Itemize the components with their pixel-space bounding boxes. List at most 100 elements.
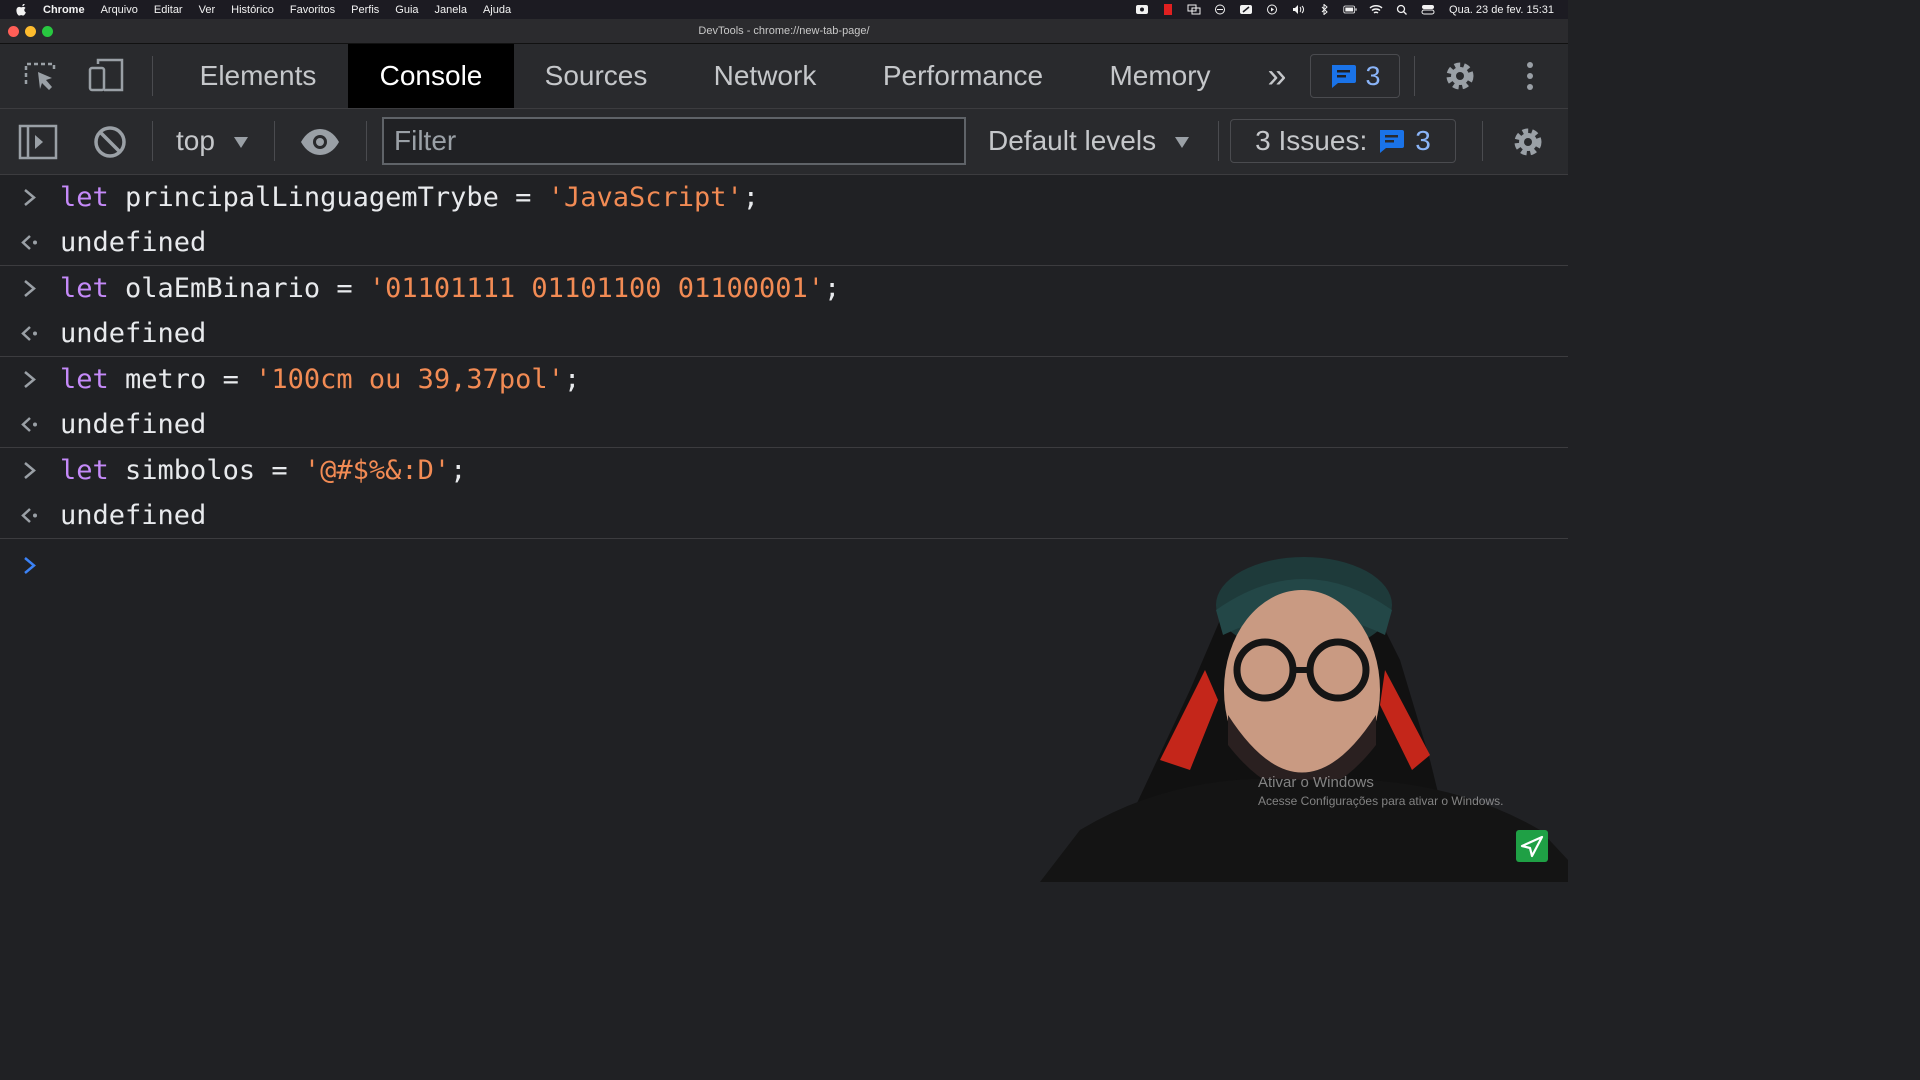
menu-item-guia[interactable]: Guia xyxy=(395,4,418,16)
apple-icon[interactable] xyxy=(16,3,28,16)
console-entry: let olaEmBinario = '01101111 01101100 01… xyxy=(0,266,1568,357)
console-entry: let principalLinguagemTrybe = 'JavaScrip… xyxy=(0,175,1568,266)
camera-icon[interactable] xyxy=(1135,4,1149,15)
console-output[interactable]: let principalLinguagemTrybe = 'JavaScrip… xyxy=(0,175,1568,589)
return-arrow-icon xyxy=(21,417,37,432)
string-literal: '100cm ou 39,37pol' xyxy=(255,364,564,395)
statement-end: ; xyxy=(742,182,760,213)
tab-elements[interactable]: Elements xyxy=(170,44,346,108)
variable: olaEmBinario = xyxy=(108,273,369,304)
record-icon[interactable] xyxy=(1161,4,1175,15)
sidebar-toggle-icon[interactable] xyxy=(16,120,60,164)
result-line: undefined xyxy=(0,220,1568,265)
result-value: undefined xyxy=(60,500,207,531)
result-line: undefined xyxy=(0,402,1568,447)
display-icon[interactable] xyxy=(1187,4,1201,15)
zoom-window-button[interactable] xyxy=(42,26,53,37)
menu-item-historico[interactable]: Histórico xyxy=(231,4,274,16)
context-label: top xyxy=(176,125,215,156)
input-line[interactable]: let simbolos = '@#$%&:D'; xyxy=(0,448,1568,493)
issues-button[interactable]: 3 Issues: 3 xyxy=(1230,119,1456,163)
more-tabs-button[interactable]: » xyxy=(1252,44,1302,108)
result-value: undefined xyxy=(60,409,207,440)
filter-input[interactable] xyxy=(382,117,966,165)
keyword: let xyxy=(60,182,109,213)
variable: metro = xyxy=(108,364,256,395)
device-toolbar-icon[interactable] xyxy=(84,54,128,98)
string-literal: '@#$%&:D' xyxy=(303,455,451,486)
issues-count: 3 xyxy=(1415,125,1431,156)
variable: simbolos = xyxy=(108,455,304,486)
result-line: undefined xyxy=(0,493,1568,538)
webcam-overlay-image xyxy=(1040,557,1568,882)
tab-sources[interactable]: Sources xyxy=(516,44,676,108)
prompt-chevron-icon xyxy=(24,557,36,574)
divider xyxy=(366,121,367,161)
wifi-icon[interactable] xyxy=(1369,4,1383,15)
pen-icon[interactable] xyxy=(1239,4,1253,15)
control-center-icon[interactable] xyxy=(1421,4,1435,15)
tab-memory[interactable]: Memory xyxy=(1078,44,1242,108)
tab-console[interactable]: Console xyxy=(348,44,514,108)
messages-badge-button[interactable]: 3 xyxy=(1310,54,1400,98)
divider xyxy=(274,121,275,161)
settings-gear-icon[interactable] xyxy=(1438,54,1482,98)
divider xyxy=(152,56,153,96)
menu-item-ajuda[interactable]: Ajuda xyxy=(483,4,511,16)
minimize-window-button[interactable] xyxy=(25,26,36,37)
activation-watermark-title: Ativar o Windows xyxy=(1258,774,1374,791)
message-icon xyxy=(1332,65,1357,88)
close-window-button[interactable] xyxy=(8,26,19,37)
message-icon xyxy=(1380,130,1405,153)
chevron-right-icon xyxy=(24,189,36,206)
divider xyxy=(1414,56,1415,96)
string-literal: 'JavaScript' xyxy=(547,182,743,213)
macos-menu-bar: Chrome Arquivo Editar Ver Histórico Favo… xyxy=(0,0,1568,19)
input-line[interactable]: let metro = '100cm ou 39,37pol'; xyxy=(0,357,1568,402)
variable: principalLinguagemTrybe = xyxy=(108,182,548,213)
menu-item-arquivo[interactable]: Arquivo xyxy=(101,4,138,16)
keyword: let xyxy=(60,364,109,395)
window-title: DevTools - chrome://new-tab-page/ xyxy=(698,25,870,37)
chevron-right-icon xyxy=(24,462,36,479)
volume-icon[interactable] xyxy=(1291,4,1305,15)
tab-network[interactable]: Network xyxy=(680,44,850,108)
chevron-right-icon xyxy=(24,280,36,297)
result-value: undefined xyxy=(60,318,207,349)
live-expression-eye-icon[interactable] xyxy=(298,120,342,164)
console-settings-gear-icon[interactable] xyxy=(1506,120,1550,164)
window-title-bar: DevTools - chrome://new-tab-page/ xyxy=(0,19,1568,44)
messages-count: 3 xyxy=(1365,60,1381,91)
divider xyxy=(1218,121,1219,161)
battery-icon[interactable] xyxy=(1343,4,1357,15)
menu-app-name[interactable]: Chrome xyxy=(43,4,85,16)
activation-watermark-subtitle: Acesse Configurações para ativar o Windo… xyxy=(1258,794,1504,808)
play-icon[interactable] xyxy=(1265,4,1279,15)
console-entry: let metro = '100cm ou 39,37pol'; undefin… xyxy=(0,357,1568,448)
clear-console-icon[interactable] xyxy=(88,120,132,164)
result-line: undefined xyxy=(0,311,1568,356)
console-toolbar: top Default levels 3 Issues: 3 xyxy=(0,109,1568,175)
vpn-icon[interactable] xyxy=(1213,4,1227,15)
more-options-icon[interactable] xyxy=(1508,54,1552,98)
input-line[interactable]: let olaEmBinario = '01101111 01101100 01… xyxy=(0,266,1568,311)
menu-item-favoritos[interactable]: Favoritos xyxy=(290,4,335,16)
menu-item-janela[interactable]: Janela xyxy=(435,4,467,16)
console-entry: let simbolos = '@#$%&:D'; undefined xyxy=(0,448,1568,539)
inspect-element-icon[interactable] xyxy=(18,54,62,98)
input-line[interactable]: let principalLinguagemTrybe = 'JavaScrip… xyxy=(0,175,1568,220)
bluetooth-icon[interactable] xyxy=(1317,4,1331,15)
search-icon[interactable] xyxy=(1395,4,1409,15)
window-controls xyxy=(8,26,53,37)
send-icon[interactable] xyxy=(1516,830,1548,862)
log-levels-dropdown[interactable]: Default levels xyxy=(988,121,1192,161)
menu-item-perfis[interactable]: Perfis xyxy=(351,4,379,16)
menu-item-ver[interactable]: Ver xyxy=(199,4,216,16)
tab-performance[interactable]: Performance xyxy=(852,44,1074,108)
menubar-clock[interactable]: Qua. 23 de fev. 15:31 xyxy=(1449,4,1554,16)
log-levels-label: Default levels xyxy=(988,125,1157,156)
result-value: undefined xyxy=(60,227,207,258)
context-selector[interactable]: top xyxy=(176,121,251,161)
string-literal: '01101111 01101100 01100001' xyxy=(368,273,825,304)
menu-item-editar[interactable]: Editar xyxy=(154,4,183,16)
